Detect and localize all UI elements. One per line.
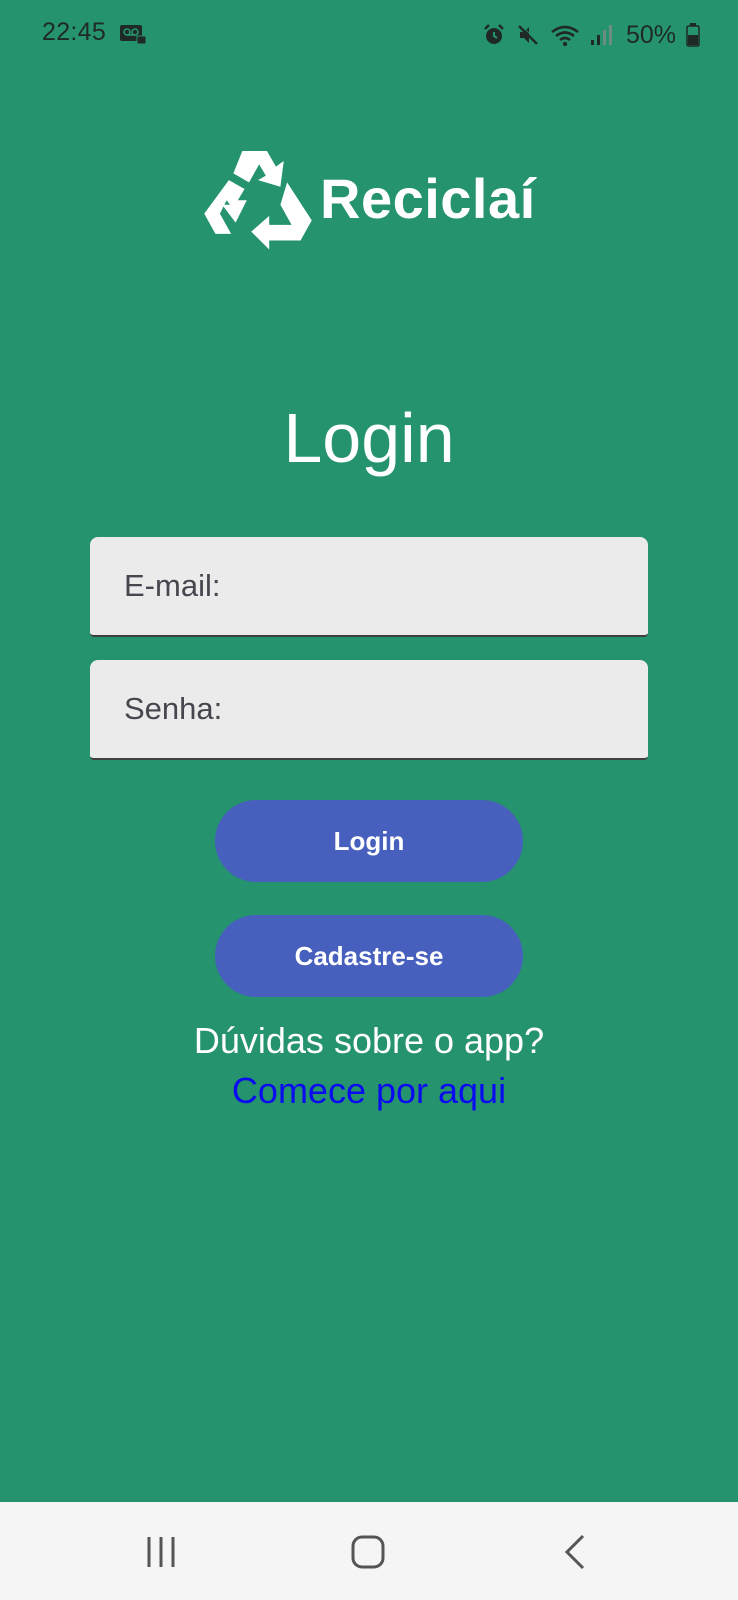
app-logo: Reciclaí [202, 142, 536, 254]
signup-button[interactable]: Cadastre-se [215, 915, 523, 997]
alarm-icon [484, 24, 504, 44]
system-nav-bar [0, 1502, 738, 1600]
status-bar: 22:45 50% [0, 0, 738, 70]
password-label: Senha: [124, 691, 223, 726]
voicemail-icon [120, 25, 146, 44]
home-icon [351, 1535, 385, 1569]
signal-icon [590, 25, 612, 45]
email-label: E-mail: [124, 568, 221, 603]
back-icon [564, 1534, 585, 1570]
home-button[interactable] [333, 1522, 403, 1582]
back-button[interactable] [540, 1522, 610, 1582]
battery-icon [686, 23, 700, 47]
email-field[interactable]: E-mail: [90, 537, 648, 637]
recent-apps-icon [147, 1537, 175, 1567]
help-link[interactable]: Comece por aqui [0, 1070, 738, 1112]
status-icons: 50% [482, 18, 700, 52]
help-question: Dúvidas sobre o app? [193, 1020, 545, 1061]
mute-icon [518, 24, 539, 45]
page-title: Login [283, 399, 455, 477]
recycle-icon [204, 150, 312, 250]
battery-percent: 50% [625, 20, 676, 49]
app-name: Reciclaí [320, 166, 536, 230]
password-field[interactable]: Senha: [90, 660, 648, 760]
status-time: 22:45 [42, 18, 107, 46]
wifi-icon [551, 25, 579, 47]
recent-apps-button[interactable] [126, 1522, 196, 1582]
login-button[interactable]: Login [215, 800, 523, 882]
